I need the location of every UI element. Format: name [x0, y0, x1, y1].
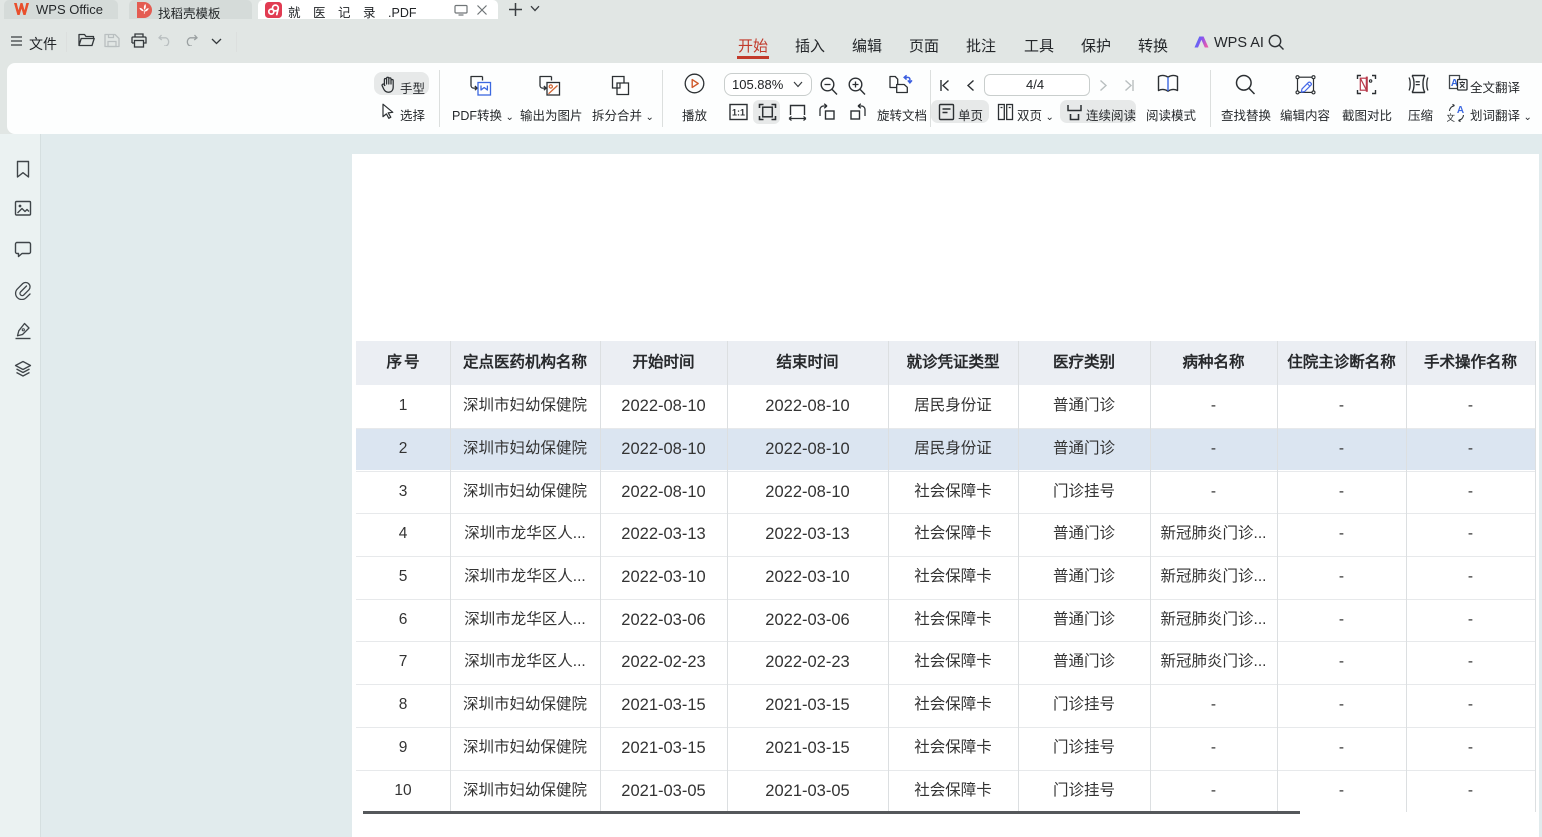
svg-text:A: A — [1457, 105, 1464, 116]
svg-text:文: 文 — [1447, 112, 1455, 123]
svg-text:1:1: 1:1 — [732, 108, 745, 118]
